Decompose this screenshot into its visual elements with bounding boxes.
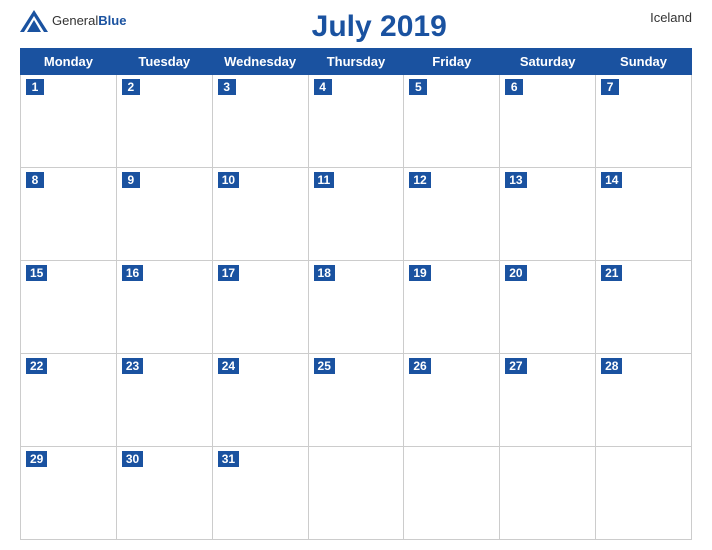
- calendar-cell: 22: [21, 354, 117, 447]
- day-number: 12: [409, 172, 430, 188]
- calendar-cell: [596, 447, 692, 540]
- calendar-cell: 20: [500, 261, 596, 354]
- weekday-header-row: MondayTuesdayWednesdayThursdayFridaySatu…: [21, 49, 692, 75]
- week-row-5: 29 30 31: [21, 447, 692, 540]
- calendar-cell: 1: [21, 75, 117, 168]
- calendar-cell: 13: [500, 168, 596, 261]
- week-row-1: 1 2 3 4 5 6 7: [21, 75, 692, 168]
- weekday-saturday: Saturday: [500, 49, 596, 75]
- day-number: 5: [409, 79, 427, 95]
- day-number: 10: [218, 172, 239, 188]
- day-number: 19: [409, 265, 430, 281]
- weekday-sunday: Sunday: [596, 49, 692, 75]
- calendar-cell: 3: [212, 75, 308, 168]
- weekday-friday: Friday: [404, 49, 500, 75]
- week-row-4: 22 23 24 25 26 27 28: [21, 354, 692, 447]
- day-number: 20: [505, 265, 526, 281]
- calendar-cell: 15: [21, 261, 117, 354]
- day-number: 7: [601, 79, 619, 95]
- weekday-wednesday: Wednesday: [212, 49, 308, 75]
- calendar-cell: [308, 447, 404, 540]
- day-number: 24: [218, 358, 239, 374]
- day-number: 4: [314, 79, 332, 95]
- calendar-cell: 2: [116, 75, 212, 168]
- day-number: 23: [122, 358, 143, 374]
- calendar-cell: [404, 447, 500, 540]
- day-number: 17: [218, 265, 239, 281]
- calendar-cell: 19: [404, 261, 500, 354]
- day-number: 8: [26, 172, 44, 188]
- weekday-thursday: Thursday: [308, 49, 404, 75]
- calendar-table: MondayTuesdayWednesdayThursdayFridaySatu…: [20, 48, 692, 540]
- day-number: 2: [122, 79, 140, 95]
- day-number: 27: [505, 358, 526, 374]
- day-number: 26: [409, 358, 430, 374]
- calendar-cell: 9: [116, 168, 212, 261]
- day-number: 15: [26, 265, 47, 281]
- day-number: 18: [314, 265, 335, 281]
- day-number: 22: [26, 358, 47, 374]
- calendar-cell: 27: [500, 354, 596, 447]
- calendar-cell: 21: [596, 261, 692, 354]
- day-number: 13: [505, 172, 526, 188]
- calendar-cell: 14: [596, 168, 692, 261]
- calendar-header: GeneralBlue July 2019 Iceland: [20, 10, 692, 44]
- calendar-cell: 7: [596, 75, 692, 168]
- calendar-cell: [500, 447, 596, 540]
- calendar-cell: 25: [308, 354, 404, 447]
- calendar-title: July 2019: [126, 10, 632, 44]
- calendar-cell: 23: [116, 354, 212, 447]
- day-number: 9: [122, 172, 140, 188]
- calendar-cell: 26: [404, 354, 500, 447]
- day-number: 21: [601, 265, 622, 281]
- day-number: 6: [505, 79, 523, 95]
- calendar-cell: 24: [212, 354, 308, 447]
- logo-icon: [20, 10, 48, 32]
- calendar-cell: 8: [21, 168, 117, 261]
- calendar-cell: 16: [116, 261, 212, 354]
- calendar-cell: 6: [500, 75, 596, 168]
- day-number: 31: [218, 451, 239, 467]
- day-number: 1: [26, 79, 44, 95]
- calendar-cell: 30: [116, 447, 212, 540]
- calendar-cell: 10: [212, 168, 308, 261]
- calendar-cell: 28: [596, 354, 692, 447]
- calendar-cell: 29: [21, 447, 117, 540]
- calendar-cell: 4: [308, 75, 404, 168]
- day-number: 28: [601, 358, 622, 374]
- day-number: 11: [314, 172, 335, 188]
- calendar-cell: 11: [308, 168, 404, 261]
- week-row-3: 15 16 17 18 19 20 21: [21, 261, 692, 354]
- calendar-cell: 31: [212, 447, 308, 540]
- calendar-cell: 17: [212, 261, 308, 354]
- calendar-cell: 18: [308, 261, 404, 354]
- weekday-monday: Monday: [21, 49, 117, 75]
- day-number: 14: [601, 172, 622, 188]
- weekday-tuesday: Tuesday: [116, 49, 212, 75]
- day-number: 29: [26, 451, 47, 467]
- calendar-cell: 12: [404, 168, 500, 261]
- calendar-cell: 5: [404, 75, 500, 168]
- day-number: 30: [122, 451, 143, 467]
- logo: GeneralBlue: [20, 10, 126, 32]
- day-number: 3: [218, 79, 236, 95]
- logo-text: GeneralBlue: [52, 12, 126, 30]
- country-label: Iceland: [632, 10, 692, 25]
- day-number: 25: [314, 358, 335, 374]
- day-number: 16: [122, 265, 143, 281]
- week-row-2: 8 9 10 11 12 13 14: [21, 168, 692, 261]
